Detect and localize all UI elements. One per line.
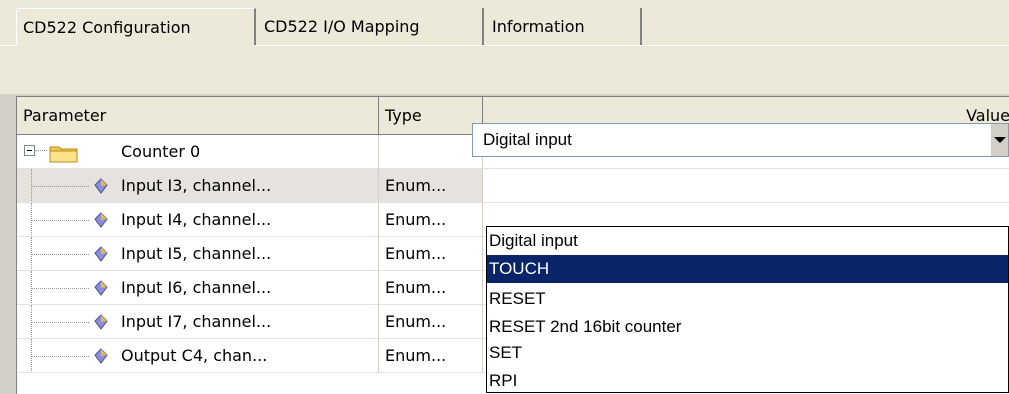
parameter-icon bbox=[94, 178, 108, 194]
parameter-icon bbox=[94, 348, 108, 364]
parameter-name: Input I4, channel... bbox=[121, 210, 272, 229]
tree-connector bbox=[35, 150, 47, 151]
dropdown-option-highlighted[interactable]: TOUCH bbox=[487, 255, 1008, 283]
dropdown-option[interactable]: Digital input bbox=[487, 227, 1008, 255]
type-cell: Enum... bbox=[379, 169, 483, 203]
parameter-cell: Input I5, channel... bbox=[17, 237, 379, 271]
tab-cd522-io-mapping[interactable]: CD522 I/O Mapping bbox=[258, 8, 484, 46]
parameter-cell: Input I4, channel... bbox=[17, 203, 379, 237]
type-cell: Enum... bbox=[379, 271, 483, 305]
parameter-cell: Input I7, channel... bbox=[17, 305, 379, 339]
tree-branch bbox=[31, 220, 89, 221]
folder-cell: Counter 0 bbox=[17, 135, 379, 169]
parameter-icon bbox=[94, 314, 108, 330]
tree-branch bbox=[31, 186, 89, 187]
dropdown-arrow-icon bbox=[994, 137, 1006, 143]
type-cell: Enum... bbox=[379, 237, 483, 271]
parameter-icon bbox=[94, 212, 108, 228]
dropdown-button[interactable] bbox=[990, 124, 1008, 156]
folder-icon bbox=[49, 146, 78, 163]
parameter-name: Input I3, channel... bbox=[121, 176, 272, 195]
dropdown-option[interactable]: SET bbox=[487, 339, 1008, 367]
type-cell: Enum... bbox=[379, 203, 483, 237]
tab-strip: CD522 Configuration CD522 I/O Mapping In… bbox=[0, 0, 1009, 46]
parameter-name: Input I5, channel... bbox=[121, 244, 272, 263]
tab-information[interactable]: Information bbox=[486, 8, 642, 46]
column-header-parameter[interactable]: Parameter bbox=[17, 97, 379, 135]
tab-cd522-configuration[interactable]: CD522 Configuration bbox=[16, 8, 256, 46]
folder-type-cell bbox=[379, 135, 483, 169]
parameter-name: Input I7, channel... bbox=[121, 312, 272, 331]
type-cell: Enum... bbox=[379, 305, 483, 339]
parameter-cell: Output C4, chan... bbox=[17, 339, 379, 373]
column-header-type[interactable]: Type bbox=[379, 97, 483, 135]
parameter-cell: Input I6, channel... bbox=[17, 271, 379, 305]
parameter-name: Output C4, chan... bbox=[121, 346, 268, 365]
dropdown-list: Digital input TOUCH RESET RESET 2nd 16bi… bbox=[486, 226, 1009, 393]
dropdown-option[interactable]: RPI bbox=[487, 367, 1008, 392]
parameter-cell: Input I3, channel... bbox=[17, 169, 379, 203]
tree-branch bbox=[31, 288, 89, 289]
tree-branch bbox=[31, 322, 89, 323]
folder-label: Counter 0 bbox=[121, 142, 201, 161]
dropdown-option[interactable]: RESET bbox=[487, 285, 1008, 313]
collapse-icon[interactable] bbox=[24, 145, 35, 156]
dropdown-option[interactable]: RESET 2nd 16bit counter bbox=[487, 313, 1008, 341]
combobox-value: Digital input bbox=[483, 130, 572, 149]
parameter-icon bbox=[94, 280, 108, 296]
tree-branch bbox=[31, 356, 89, 357]
value-combobox[interactable]: Digital input bbox=[472, 123, 1009, 157]
parameter-icon bbox=[94, 246, 108, 262]
parameter-name: Input I6, channel... bbox=[121, 278, 272, 297]
table-row[interactable]: Input I3, channel... Enum... bbox=[17, 169, 1009, 203]
value-cell[interactable] bbox=[483, 169, 1009, 203]
type-cell: Enum... bbox=[379, 339, 483, 373]
tree-branch bbox=[31, 254, 89, 255]
panel-background bbox=[0, 46, 1009, 94]
